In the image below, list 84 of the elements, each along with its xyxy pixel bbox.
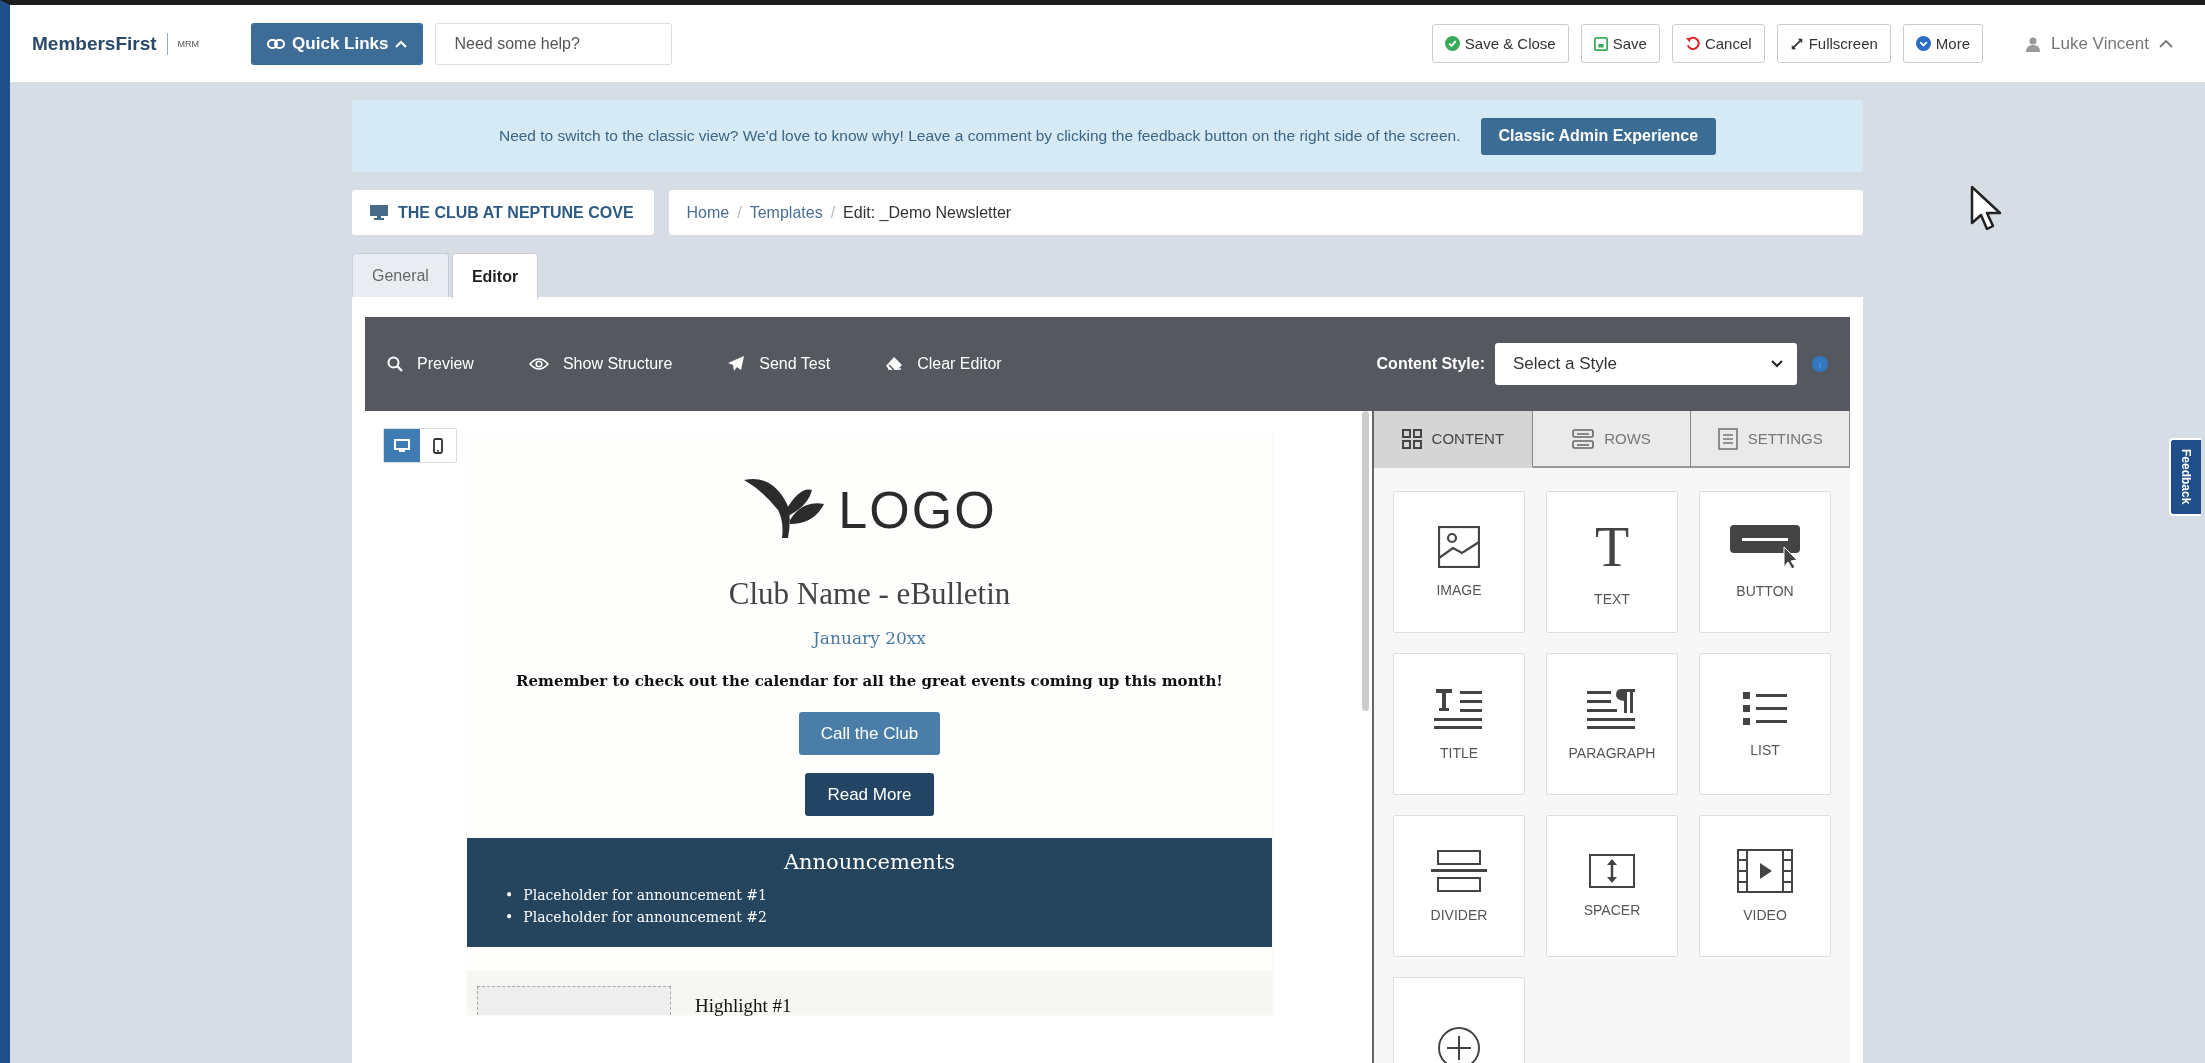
- caret-icon: [395, 39, 408, 48]
- content-style-label: Content Style:: [1376, 355, 1485, 373]
- quick-links-button[interactable]: Quick Links: [251, 22, 424, 65]
- breadcrumb-separator: /: [737, 203, 742, 222]
- action-button[interactable]: Save: [1580, 24, 1660, 63]
- bullet: •: [505, 886, 514, 905]
- title-icon: [1434, 687, 1484, 731]
- breadcrumb-separator: /: [830, 203, 836, 222]
- logo-image: LOGO: [742, 476, 997, 542]
- content-block[interactable]: IMAGE: [1393, 491, 1525, 633]
- action-button[interactable]: Save & Close: [1431, 24, 1569, 63]
- eye-icon: [528, 357, 549, 371]
- spacer-icon: [1589, 854, 1635, 888]
- banner-text: Need to switch to the classic view? We'd love to know why! Leave a comment by clicking the feedback button on the right side of the screen.: [498, 127, 1461, 145]
- breadcrumb-item[interactable]: Home: [686, 203, 730, 222]
- announcement-item: Placeholder for announcement #2: [523, 908, 767, 928]
- tab[interactable]: Editor: [451, 253, 539, 299]
- desktop-view-button[interactable]: [384, 429, 420, 462]
- tab[interactable]: General: [352, 253, 449, 297]
- search-field[interactable]: Need some help?: [435, 22, 673, 65]
- intro-text: Remember to check out the calendar for all the great events coming up this month!: [516, 672, 1223, 690]
- email-button[interactable]: Call the Club: [798, 712, 941, 755]
- user-icon: [2025, 35, 2041, 52]
- announcement-item: Placeholder for announcement #1: [523, 886, 767, 905]
- newsletter-title: Club Name - eBulletin: [728, 576, 1011, 612]
- action-button[interactable]: Fullscreen: [1776, 24, 1891, 63]
- user-name: Luke Vincent: [2051, 33, 2149, 54]
- toolbar-button[interactable]: Preview: [387, 355, 474, 373]
- site-label[interactable]: THE CLUB AT NEPTUNE COVE: [352, 190, 654, 235]
- content-block[interactable]: DIVIDER: [1393, 815, 1525, 957]
- toolbar-button[interactable]: Send Test: [727, 355, 831, 373]
- content-block[interactable]: VIDEO: [1699, 815, 1831, 957]
- grid-icon: [1401, 428, 1422, 449]
- content-block[interactable]: BUTTON: [1699, 491, 1831, 633]
- breadcrumb-item[interactable]: Templates: [749, 203, 823, 222]
- highlight-title: Highlight #1: [695, 995, 792, 1015]
- paragraph-icon: [1587, 687, 1637, 731]
- list-icon: [1743, 690, 1787, 728]
- add-icon: [1437, 1026, 1481, 1063]
- feedback-tab[interactable]: Feedback: [2169, 438, 2201, 516]
- announcements-title: Announcements: [782, 850, 957, 874]
- save-icon: [1593, 36, 1608, 51]
- user-menu[interactable]: Luke Vincent: [2025, 33, 2173, 54]
- button-cursor-icon: [1730, 525, 1800, 569]
- content-block[interactable]: TITLE: [1393, 653, 1525, 795]
- brand-logo[interactable]: MembersFirst: [32, 32, 168, 55]
- style-select[interactable]: Select a Style: [1495, 343, 1797, 385]
- chevron-circle-icon: [1915, 36, 1931, 51]
- chevron-down-icon: [1771, 360, 1783, 368]
- action-button[interactable]: More: [1902, 24, 1983, 63]
- brand-tag: MRM: [177, 38, 200, 49]
- link-icon: [267, 37, 286, 50]
- panel-tab[interactable]: ROWS: [1532, 411, 1692, 468]
- eraser-icon: [885, 356, 904, 372]
- search-icon: [387, 356, 403, 372]
- scrollbar-thumb[interactable]: [1362, 411, 1369, 711]
- image-icon: [1438, 526, 1480, 568]
- film-icon: [1737, 849, 1793, 893]
- expand-icon: [1789, 36, 1804, 51]
- content-block[interactable]: T TEXT: [1546, 491, 1678, 633]
- check-circle-icon: [1444, 36, 1460, 51]
- panel-tab[interactable]: SETTINGS: [1691, 411, 1850, 468]
- bullet: •: [505, 908, 514, 928]
- content-block[interactable]: PARAGRAPH: [1546, 653, 1678, 795]
- content-block[interactable]: SPACER: [1546, 815, 1678, 957]
- toolbar-button[interactable]: Clear Editor: [885, 355, 1002, 373]
- paper-plane-icon: [727, 355, 746, 373]
- breadcrumb-item: Edit: _Demo Newsletter: [843, 203, 1012, 222]
- toolbar-button[interactable]: Show Structure: [528, 355, 673, 373]
- action-button[interactable]: Cancel: [1671, 24, 1765, 63]
- caret-icon: [2159, 39, 2173, 48]
- monitor-icon: [394, 438, 410, 453]
- monitor-icon: [370, 205, 388, 220]
- panel-tab[interactable]: CONTENT: [1374, 411, 1533, 468]
- content-block[interactable]: LIST: [1699, 653, 1831, 795]
- email-button[interactable]: Read More: [805, 773, 934, 816]
- text-letter-icon: T: [1594, 517, 1630, 577]
- document-icon: [1717, 427, 1738, 450]
- phone-icon: [433, 437, 443, 454]
- undo-icon: [1684, 36, 1700, 51]
- divider-icon: [1431, 849, 1487, 893]
- classic-admin-button[interactable]: Classic Admin Experience: [1480, 117, 1717, 155]
- rows-icon: [1572, 428, 1595, 449]
- newsletter-date: January 20xx: [813, 628, 926, 648]
